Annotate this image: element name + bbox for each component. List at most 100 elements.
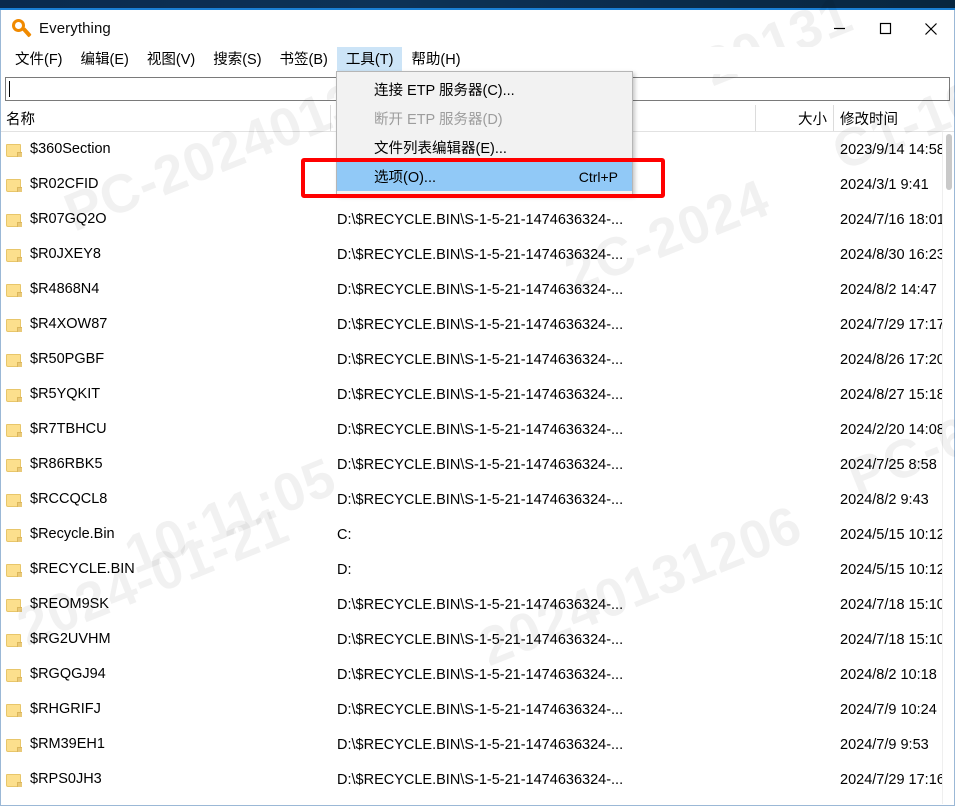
cell-path: D:\$RECYCLE.BIN\S-1-5-21-1474636324-... xyxy=(337,281,624,298)
table-row[interactable]: $R0JXEY8 D:\$RECYCLE.BIN\S-1-5-21-1474636… xyxy=(1,237,954,272)
file-name-label: $R4868N4 xyxy=(30,282,100,297)
folder-icon xyxy=(6,738,22,752)
menu-label: 文件(F) xyxy=(15,52,63,69)
cell-name: $R7TBHCU xyxy=(1,422,331,437)
menu-label: 工具(T) xyxy=(345,52,394,69)
menu-item-filelist-editor[interactable]: 文件列表编辑器(E)... xyxy=(337,133,632,162)
folder-icon xyxy=(6,493,22,507)
minimize-button[interactable] xyxy=(816,10,862,47)
folder-icon xyxy=(6,598,22,612)
table-row[interactable]: $R4XOW87 D:\$RECYCLE.BIN\S-1-5-21-1474636… xyxy=(1,307,954,342)
menu-edit[interactable]: 编辑(E) xyxy=(72,47,138,74)
table-row[interactable]: $RPS0JH3 D:\$RECYCLE.BIN\S-1-5-21-1474636… xyxy=(1,762,954,797)
cell-path: D:\$RECYCLE.BIN\S-1-5-21-1474636324-... xyxy=(337,631,624,648)
table-row[interactable]: $RCCQCL8 D:\$RECYCLE.BIN\S-1-5-21-1474636… xyxy=(1,482,954,517)
cell-path: D:\$RECYCLE.BIN\S-1-5-21-1474636324-... xyxy=(337,386,624,403)
cell-date: 2024/7/29 17:16 xyxy=(840,771,945,788)
menu-view[interactable]: 视图(V) xyxy=(138,47,204,74)
file-name-label: $R50PGBF xyxy=(30,352,105,367)
table-row[interactable]: $R4868N4 D:\$RECYCLE.BIN\S-1-5-21-1474636… xyxy=(1,272,954,307)
menu-file[interactable]: 文件(F) xyxy=(6,47,72,74)
cell-name: $RM39EH1 xyxy=(1,737,331,752)
folder-icon xyxy=(6,283,22,297)
table-row[interactable]: $RGQGJ94 D:\$RECYCLE.BIN\S-1-5-21-1474636… xyxy=(1,657,954,692)
cell-date: 2024/8/2 10:18 xyxy=(840,666,937,683)
table-row[interactable]: $RM39EH1 D:\$RECYCLE.BIN\S-1-5-21-1474636… xyxy=(1,727,954,762)
cell-path: D:\$RECYCLE.BIN\S-1-5-21-1474636324-... xyxy=(337,666,624,683)
file-name-label: $REOM9SK xyxy=(30,597,109,612)
folder-icon xyxy=(6,178,22,192)
cell-path: D:\$RECYCLE.BIN\S-1-5-21-1474636324-... xyxy=(337,771,624,788)
menu-item-connect-etp[interactable]: 连接 ETP 服务器(C)... xyxy=(337,75,632,104)
cell-name: $RHGRIFJ xyxy=(1,702,331,717)
table-row[interactable]: $RHGRIFJ D:\$RECYCLE.BIN\S-1-5-21-1474636… xyxy=(1,692,954,727)
table-row[interactable]: $R5YQKIT D:\$RECYCLE.BIN\S-1-5-21-1474636… xyxy=(1,377,954,412)
table-row[interactable]: $R50PGBF D:\$RECYCLE.BIN\S-1-5-21-1474636… xyxy=(1,342,954,377)
table-row[interactable]: $REOM9SK D:\$RECYCLE.BIN\S-1-5-21-1474636… xyxy=(1,587,954,622)
window-controls xyxy=(816,10,954,47)
cell-name: $REOM9SK xyxy=(1,597,331,612)
menu-item-disconnect-etp: 断开 ETP 服务器(D) xyxy=(337,104,632,133)
cell-path: D: xyxy=(337,561,352,578)
cell-path: C: xyxy=(337,526,352,543)
folder-icon xyxy=(6,388,22,402)
cell-date: 2024/7/18 15:10 xyxy=(840,596,945,613)
table-row[interactable]: $R7TBHCU D:\$RECYCLE.BIN\S-1-5-21-1474636… xyxy=(1,412,954,447)
cell-name: $R50PGBF xyxy=(1,352,331,367)
menu-label: 帮助(H) xyxy=(411,52,461,69)
file-name-label: $RHGRIFJ xyxy=(30,702,101,717)
cell-name: $R0JXEY8 xyxy=(1,247,331,262)
cell-name: $R07GQ2O xyxy=(1,212,331,227)
menu-bookmark[interactable]: 书签(B) xyxy=(271,47,337,74)
menu-item-options[interactable]: 选项(O)... Ctrl+P xyxy=(337,162,632,191)
cell-date: 2024/7/18 15:10 xyxy=(840,631,945,648)
table-row[interactable]: $Recycle.Bin C: 2024/5/15 10:12 xyxy=(1,517,954,552)
menu-item-label: 选项(O)... xyxy=(374,170,437,186)
close-button[interactable] xyxy=(908,10,954,47)
folder-icon xyxy=(6,458,22,472)
cell-name: $R5YQKIT xyxy=(1,387,331,402)
folder-icon xyxy=(6,668,22,682)
table-row[interactable]: $RECYCLE.BIN D: 2024/5/15 10:12 xyxy=(1,552,954,587)
menu-tools[interactable]: 工具(T) xyxy=(336,47,403,74)
table-row[interactable]: $R86RBK5 D:\$RECYCLE.BIN\S-1-5-21-1474636… xyxy=(1,447,954,482)
menu-bar: 文件(F) 编辑(E) 视图(V) 搜索(S) 书签(B) 工具(T) 帮助(H) xyxy=(1,47,954,74)
scrollbar-thumb[interactable] xyxy=(946,134,952,190)
cell-date: 2024/3/1 9:41 xyxy=(840,176,929,193)
table-row[interactable]: $R07GQ2O D:\$RECYCLE.BIN\S-1-5-21-1474636… xyxy=(1,202,954,237)
column-header-label: 名称 xyxy=(6,111,35,128)
file-name-label: $RG2UVHM xyxy=(30,632,111,647)
file-name-label: $R4XOW87 xyxy=(30,317,108,332)
column-header-date[interactable]: 修改时间 xyxy=(834,105,954,131)
folder-icon xyxy=(6,563,22,577)
cell-name: $R02CFID xyxy=(1,177,331,192)
table-row[interactable]: $RG2UVHM D:\$RECYCLE.BIN\S-1-5-21-1474636… xyxy=(1,622,954,657)
cell-date: 2024/2/20 14:08 xyxy=(840,421,945,438)
column-header-size[interactable]: 大小 xyxy=(756,105,834,131)
everything-app-window: PC-2024013110:11:052024-01-2120240131206… xyxy=(0,0,955,806)
cell-name: $R4XOW87 xyxy=(1,317,331,332)
cell-name: $R4868N4 xyxy=(1,282,331,297)
file-name-label: $RPS0JH3 xyxy=(30,772,102,787)
column-header-name[interactable]: 名称 xyxy=(1,105,331,131)
cell-date: 2024/7/9 10:24 xyxy=(840,701,937,718)
cell-name: $Recycle.Bin xyxy=(1,527,331,542)
column-header-label: 大小 xyxy=(798,111,827,128)
menu-search[interactable]: 搜索(S) xyxy=(204,47,270,74)
folder-icon xyxy=(6,633,22,647)
table-row[interactable]: $RPVAVLSD:\$RECYCLE.BIN\S-1-5-21-1474636… xyxy=(1,797,954,804)
menu-label: 搜索(S) xyxy=(213,52,262,69)
menu-help[interactable]: 帮助(H) xyxy=(402,47,469,74)
cell-date: 2024/5/15 10:12 xyxy=(840,526,945,543)
cell-date: 2024/7/25 8:58 xyxy=(840,456,937,473)
file-name-label: $RGQGJ94 xyxy=(30,667,106,682)
desktop-background-strip xyxy=(0,0,955,8)
cell-date: 2024/8/26 17:20 xyxy=(840,351,945,368)
cell-path: D:\$RECYCLE.BIN\S-1-5-21-1474636324-... xyxy=(337,736,624,753)
maximize-button[interactable] xyxy=(862,10,908,47)
cell-date: 2024/7/9 9:53 xyxy=(840,736,929,753)
file-name-label: $360Section xyxy=(30,142,111,157)
file-name-label: $R02CFID xyxy=(30,177,99,192)
vertical-scrollbar[interactable] xyxy=(942,132,954,804)
file-name-label: $RM39EH1 xyxy=(30,737,105,752)
